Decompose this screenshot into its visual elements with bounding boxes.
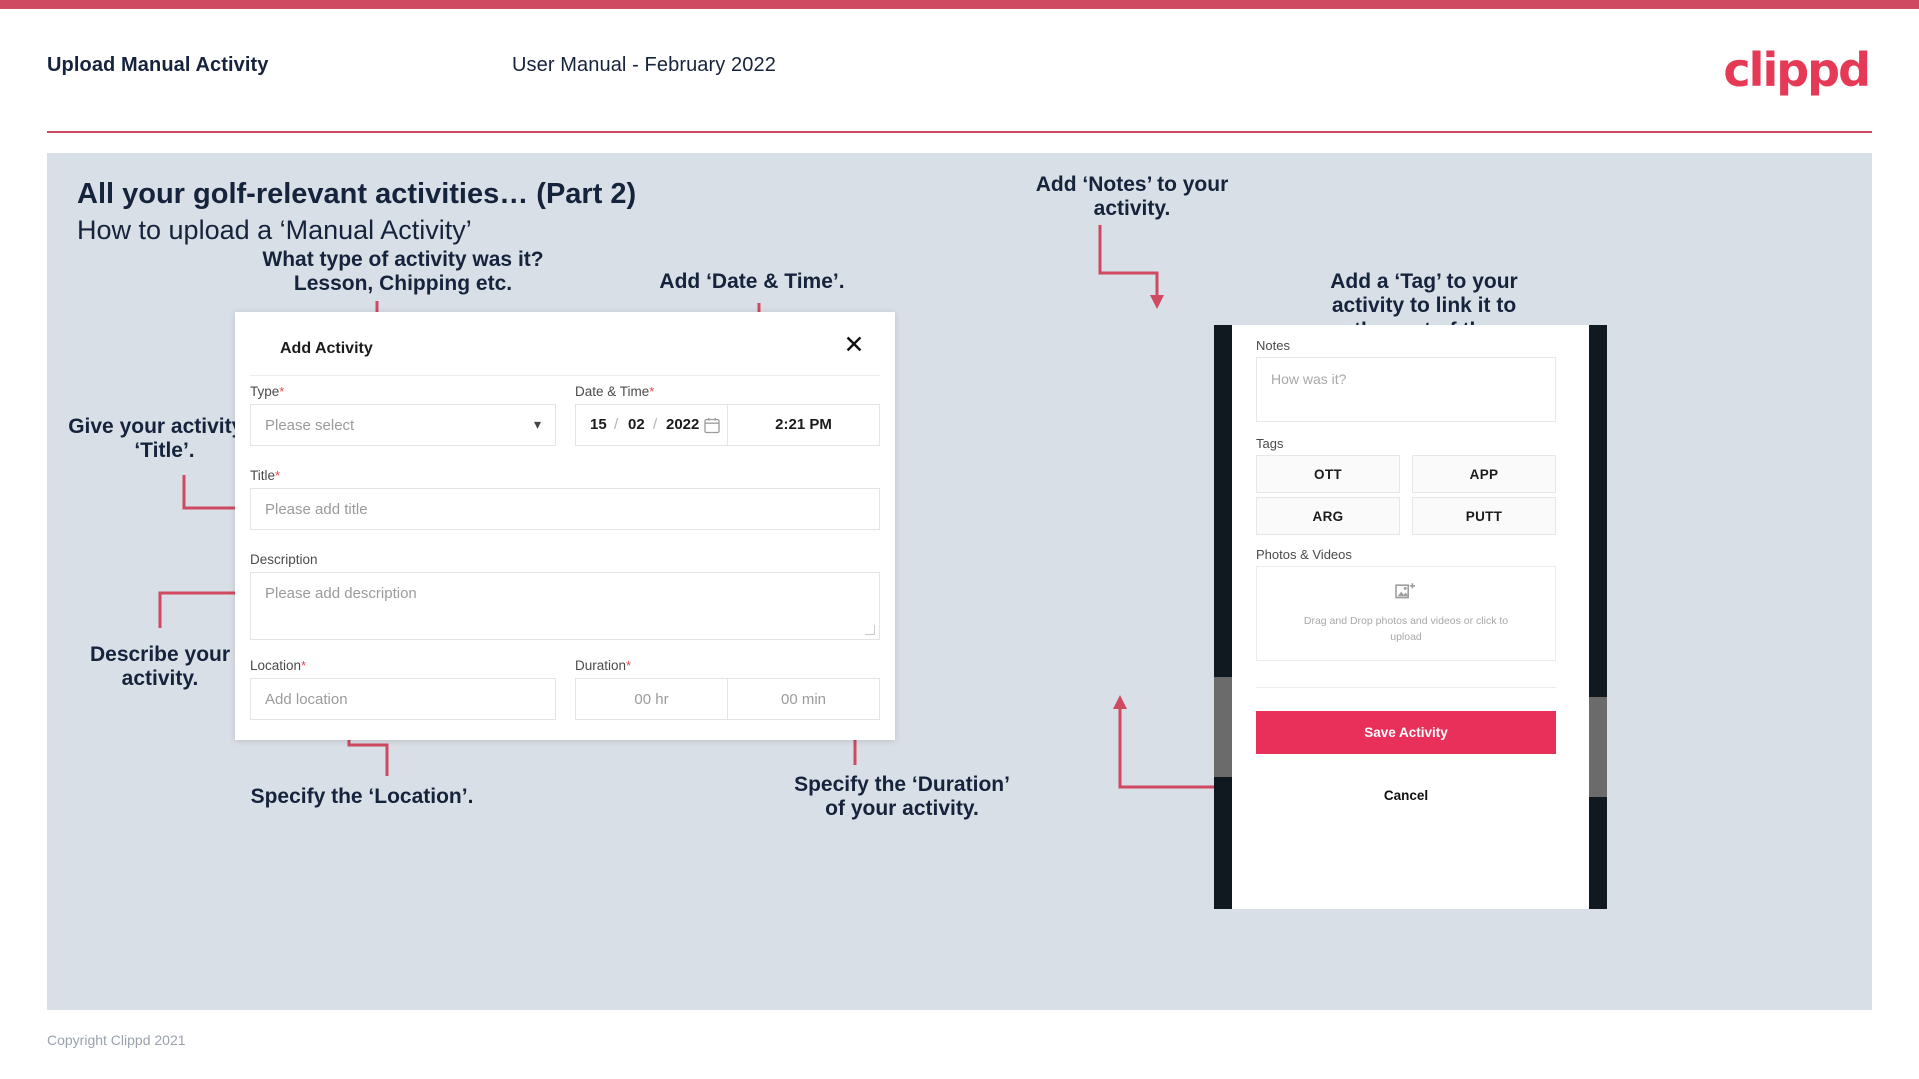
phone-divider (1256, 687, 1556, 688)
phone-button-right (1589, 697, 1607, 797)
phone-bezel-left (1214, 325, 1232, 909)
type-placeholder: Please select (265, 417, 355, 434)
page-header: Upload Manual Activity User Manual - Feb… (0, 9, 1919, 133)
date-sep-1: / (614, 416, 619, 433)
notes-placeholder: How was it? (1271, 371, 1347, 387)
date-input[interactable]: 15 / 02 / 2022 (575, 404, 728, 446)
add-activity-dialog: Add Activity ✕ Type* Please select ▾ Dat… (235, 312, 895, 740)
clippd-logo: clippd (1723, 43, 1871, 97)
duration-minutes-placeholder: 00 min (780, 691, 827, 708)
phone-screen: Notes How was it? Tags OTT APP ARG PUTT … (1232, 325, 1589, 909)
title-placeholder: Please add title (265, 501, 368, 518)
date-day: 15 (590, 416, 607, 433)
description-label-text: Description (250, 552, 318, 567)
annotation-location: Specify the ‘Location’. (250, 785, 474, 808)
upload-dropzone-text: Drag and Drop photos and videos or click… (1303, 614, 1509, 643)
duration-label-text: Duration (575, 658, 627, 673)
type-label-text: Type (250, 384, 280, 399)
calendar-icon[interactable] (704, 417, 720, 439)
header-divider (47, 131, 1872, 133)
photos-label: Photos & Videos (1256, 547, 1352, 562)
cancel-button[interactable]: Cancel (1256, 780, 1556, 810)
duration-minutes-input[interactable]: 00 min (728, 678, 880, 720)
location-label: Location* (250, 658, 306, 673)
title-label-text: Title (250, 468, 276, 483)
title-input[interactable]: Please add title (250, 488, 880, 530)
duration-required-star: * (626, 658, 632, 673)
close-icon[interactable]: ✕ (837, 327, 871, 361)
tag-button-putt[interactable]: PUTT (1412, 497, 1556, 535)
annotation-duration: Specify the ‘Duration’ of your activity. (794, 773, 1010, 821)
dialog-title: Add Activity (280, 340, 373, 357)
annotation-type: What type of activity was it? Lesson, Ch… (262, 248, 544, 296)
date-month: 02 (628, 416, 645, 433)
duration-hours-input[interactable]: 00 hr (575, 678, 728, 720)
chevron-down-icon[interactable]: ▾ (534, 417, 541, 433)
type-required-star: * (279, 384, 285, 399)
time-input[interactable]: 2:21 PM (728, 404, 880, 446)
phone-bezel-right (1589, 325, 1607, 909)
annotation-datetime: Add ‘Date & Time’. (659, 270, 845, 293)
notes-input[interactable]: How was it? (1256, 357, 1556, 422)
slide-panel: All your golf-relevant activities… (Part… (47, 153, 1872, 1010)
resize-handle-icon[interactable] (865, 625, 875, 635)
phone-button-left (1214, 677, 1232, 777)
description-label: Description (250, 552, 318, 567)
title-label: Title* (250, 468, 280, 483)
tag-button-arg[interactable]: ARG (1256, 497, 1400, 535)
duration-label: Duration* (575, 658, 631, 673)
type-label: Type* (250, 384, 284, 399)
dialog-divider (250, 375, 880, 376)
title-required-star: * (275, 468, 281, 483)
tag-button-ott[interactable]: OTT (1256, 455, 1400, 493)
type-select[interactable]: Please select ▾ (250, 404, 556, 446)
tags-label: Tags (1256, 436, 1284, 451)
slide-subtitle: How to upload a ‘Manual Activity’ (77, 215, 472, 245)
annotation-description: Describe your activity. (89, 643, 231, 691)
datetime-label: Date & Time* (575, 384, 654, 399)
footer-copyright: Copyright Clippd 2021 (47, 1032, 186, 1048)
location-placeholder: Add location (265, 691, 348, 708)
add-image-icon (1395, 582, 1417, 607)
upload-dropzone[interactable]: Drag and Drop photos and videos or click… (1256, 566, 1556, 661)
annotation-notes: Add ‘Notes’ to your activity. (1035, 173, 1229, 221)
location-label-text: Location (250, 658, 302, 673)
phone-mockup: Notes How was it? Tags OTT APP ARG PUTT … (1214, 325, 1607, 909)
header-subtitle: User Manual - February 2022 (512, 54, 776, 76)
tag-button-app[interactable]: APP (1412, 455, 1556, 493)
description-textarea[interactable]: Please add description (250, 572, 880, 640)
datetime-label-text: Date & Time (575, 384, 650, 399)
location-required-star: * (301, 658, 307, 673)
slide-title: All your golf-relevant activities… (Part… (77, 178, 637, 210)
duration-hours-placeholder: 00 hr (634, 691, 669, 708)
header-title: Upload Manual Activity (47, 54, 269, 76)
time-value: 2:21 PM (775, 416, 832, 433)
datetime-required-star: * (649, 384, 655, 399)
top-accent-bar (0, 0, 1919, 9)
notes-label: Notes (1256, 338, 1290, 353)
save-activity-button[interactable]: Save Activity (1256, 711, 1556, 754)
date-year: 2022 (666, 416, 700, 433)
date-sep-2: / (653, 416, 658, 433)
description-placeholder: Please add description (265, 585, 417, 602)
location-input[interactable]: Add location (250, 678, 556, 720)
